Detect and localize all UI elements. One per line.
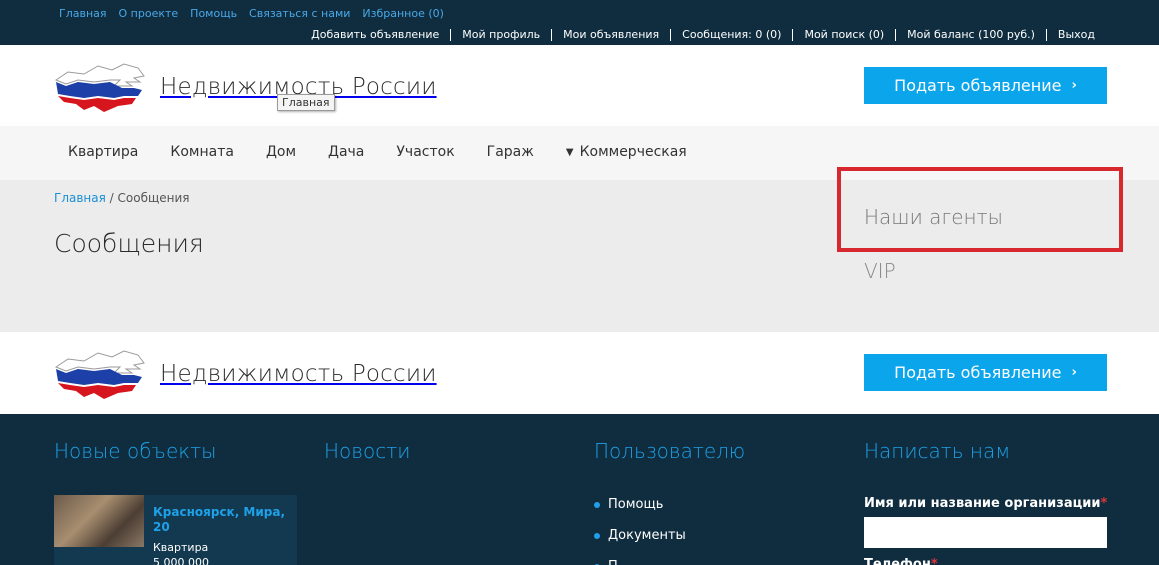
top-link-help[interactable]: Помощь (190, 7, 237, 20)
listing-thumbnail (54, 495, 144, 547)
listing-title: Красноярск, Мира, 20 (153, 505, 286, 534)
nav-item-plot[interactable]: Участок (396, 144, 454, 160)
top-link-favorites[interactable]: Избранное (0) (362, 7, 444, 20)
required-mark: * (930, 557, 938, 565)
top-link-about[interactable]: О проекте (119, 7, 179, 20)
phone-field-label: Телефон* (864, 557, 938, 565)
post-ad-button[interactable]: Подать объявление › (864, 67, 1107, 104)
vip-link[interactable]: VIP (864, 259, 896, 283)
name-field-label-text: Имя или название организации (864, 496, 1101, 511)
nav-item-commercial-label: Коммерческая (579, 144, 687, 160)
nav-item-room[interactable]: Комната (170, 144, 234, 160)
chevron-down-icon: ▼ (565, 146, 574, 158)
chevron-right-icon: › (1071, 365, 1077, 380)
user-menu-my-listings[interactable]: Мои объявления (551, 29, 670, 41)
user-menu-logout[interactable]: Выход (1045, 29, 1095, 41)
nav-item-apartment[interactable]: Квартира (68, 144, 138, 160)
footer-heading-news: Новости (324, 439, 411, 463)
nav-item-garage[interactable]: Гараж (487, 144, 534, 160)
tooltip: Главная (277, 94, 335, 111)
phone-field-label-text: Телефон (864, 557, 931, 565)
listing-card[interactable]: Красноярск, Мира, 20 Квартира 5 000 000 (54, 495, 297, 565)
post-ad-label: Подать объявление (894, 76, 1062, 95)
user-link-partial-label: П (608, 559, 618, 565)
footer-heading-user: Пользователю (594, 439, 746, 463)
highlight-box (837, 167, 1123, 252)
nav-item-house[interactable]: Дом (266, 144, 296, 160)
listing-price: 5 000 000 (153, 556, 209, 565)
nav-item-commercial[interactable]: ▼ Коммерческая (566, 144, 687, 160)
footer-post-ad-button[interactable]: Подать объявление › (864, 354, 1107, 391)
breadcrumb-home[interactable]: Главная (54, 191, 106, 205)
user-menu-balance[interactable]: Мой баланс (100 руб.) (895, 29, 1046, 41)
user-menu-messages[interactable]: Сообщения: 0 (0) (670, 29, 792, 41)
name-field[interactable] (864, 517, 1107, 548)
user-menu-profile[interactable]: Мой профиль (450, 29, 551, 41)
breadcrumb: Главная / Сообщения (54, 191, 190, 205)
user-link-documents[interactable]: Документы (594, 528, 686, 559)
page-title: Сообщения (54, 229, 204, 258)
nav-item-dacha[interactable]: Дача (328, 144, 364, 160)
footer-post-ad-label: Подать объявление (894, 363, 1062, 382)
top-bar: Главная О проекте Помощь Связаться с нам… (0, 0, 1159, 45)
site-logo[interactable]: Недвижимость России (54, 60, 437, 114)
bullet-icon (594, 502, 600, 508)
footer-site-name: Недвижимость России (160, 361, 437, 387)
footer-heading-new-objects: Новые объекты (54, 439, 217, 463)
name-field-label: Имя или название организации* (864, 496, 1107, 511)
listing-type: Квартира (153, 541, 209, 554)
required-mark: * (1100, 496, 1108, 511)
user-menu-add-listing[interactable]: Добавить объявление (311, 29, 450, 41)
user-link-partial[interactable]: П (594, 559, 686, 565)
user-link-help[interactable]: Помощь (594, 497, 686, 528)
top-link-home[interactable]: Главная (59, 7, 107, 20)
top-link-contact[interactable]: Связаться с нами (249, 7, 350, 20)
russia-flag-map-icon (54, 350, 145, 399)
bullet-icon (594, 533, 600, 539)
user-menu-my-search[interactable]: Мой поиск (0) (792, 29, 895, 41)
user-links: Помощь Документы П (594, 497, 686, 565)
chevron-right-icon: › (1071, 78, 1077, 93)
top-links: Главная О проекте Помощь Связаться с нам… (59, 7, 444, 20)
russia-flag-map-icon (54, 63, 145, 112)
breadcrumb-current: Сообщения (117, 191, 190, 205)
user-link-documents-label: Документы (608, 528, 686, 543)
footer-site-logo[interactable]: Недвижимость России (54, 347, 437, 401)
user-menu: Добавить объявление Мой профиль Мои объя… (311, 29, 1095, 41)
breadcrumb-separator: / (105, 191, 118, 205)
footer-heading-contact: Написать нам (864, 439, 1011, 463)
user-link-help-label: Помощь (608, 497, 664, 512)
